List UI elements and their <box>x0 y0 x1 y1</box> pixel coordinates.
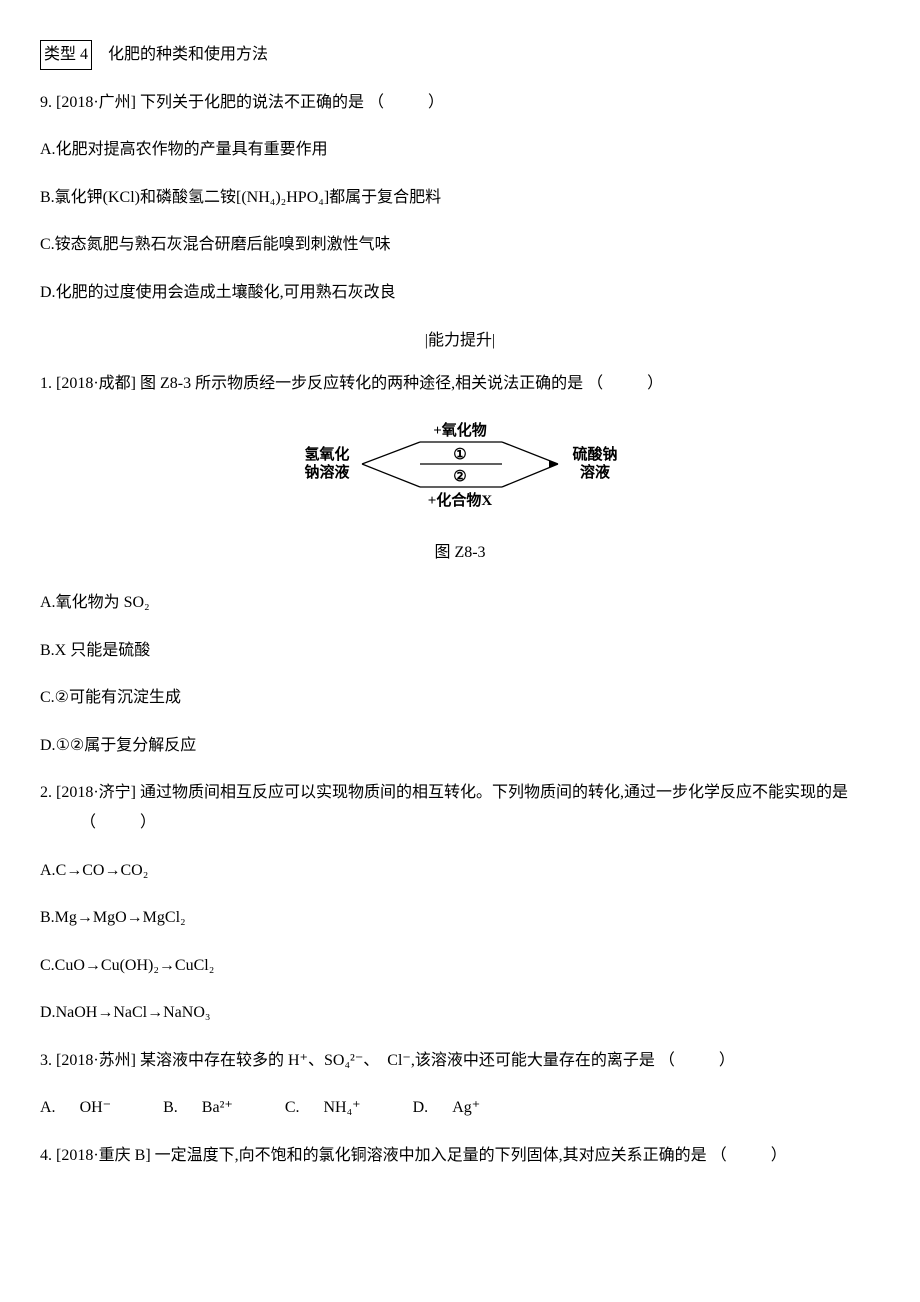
q9-source: [2018·广州] <box>56 94 136 111</box>
q3-option-d: D.Ag⁺ <box>413 1099 505 1116</box>
q9-optB-text: 氯化钾(KCl)和磷酸氢二铵[(NH₄)₂HPO₄]都属于复合肥料 <box>55 189 442 206</box>
q2-optB-text: Mg→MgO→MgCl₂ <box>55 909 186 926</box>
q2-optB-prefix: B. <box>40 909 55 926</box>
q2-optD-prefix: D. <box>40 1004 56 1021</box>
category-box: 类型 4 <box>40 40 92 70</box>
q2-stem: 通过物质间相互反应可以实现物质间的相互转化。下列物质间的转化,通过一步化学反应不… <box>140 784 848 801</box>
diagram-left1: 氢氧化 <box>304 445 349 463</box>
question-9: 9. [2018·广州] 下列关于化肥的说法不正确的是 （ ） <box>40 90 880 116</box>
diagram-right1: 硫酸钠 <box>572 445 617 463</box>
diagram-top: +氧化物 <box>433 421 487 439</box>
q3-stem: 某溶液中存在较多的 H⁺、SO₄²⁻、 Cl⁻,该溶液中还可能大量存在的离子是 <box>140 1052 655 1069</box>
q1-option-b: B.X 只能是硫酸 <box>40 638 880 664</box>
q9-stem: 下列关于化肥的说法不正确的是 <box>140 94 364 111</box>
q9-optA-prefix: A. <box>40 141 56 158</box>
q1-stem: 图 Z8-3 所示物质经一步反应转化的两种途径,相关说法正确的是 <box>140 375 583 392</box>
q3-option-a: A.OH⁻ <box>40 1099 135 1116</box>
q2-paren: （ ） <box>80 814 160 831</box>
q9-prefix: 9. <box>40 94 52 111</box>
q9-option-b: B.氯化钾(KCl)和磷酸氢二铵[(NH₄)₂HPO₄]都属于复合肥料 <box>40 185 880 211</box>
section-break: |能力提升| <box>40 328 880 354</box>
q9-optD-prefix: D. <box>40 284 56 301</box>
q9-option-d: D.化肥的过度使用会造成土壤酸化,可用熟石灰改良 <box>40 280 880 306</box>
question-1: 1. [2018·成都] 图 Z8-3 所示物质经一步反应转化的两种途径,相关说… <box>40 371 880 397</box>
q3-prefix: 3. <box>40 1052 52 1069</box>
diagram-left2: 钠溶液 <box>304 463 350 481</box>
q9-optA-text: 化肥对提高农作物的产量具有重要作用 <box>56 141 328 158</box>
q1-option-d: D.①②属于复分解反应 <box>40 733 880 759</box>
q2-option-a: A.C→CO→CO₂ <box>40 858 880 884</box>
q9-option-c: C.铵态氮肥与熟石灰混合研磨后能嗅到刺激性气味 <box>40 232 880 258</box>
q3-options: A.OH⁻ B.Ba²⁺ C.NH₄⁺ D.Ag⁺ <box>40 1095 880 1121</box>
q9-optC-prefix: C. <box>40 236 55 253</box>
question-2: 2. [2018·济宁] 通过物质间相互反应可以实现物质间的相互转化。下列物质间… <box>40 780 880 835</box>
q1-optB-prefix: B. <box>40 642 55 659</box>
question-3: 3. [2018·苏州] 某溶液中存在较多的 H⁺、SO₄²⁻、 Cl⁻,该溶液… <box>40 1048 880 1074</box>
q3-option-c: C.NH₄⁺ <box>285 1099 385 1116</box>
q1-optD-prefix: D. <box>40 737 56 754</box>
category-header: 类型 4 化肥的种类和使用方法 <box>40 40 880 70</box>
q3-paren: （ ） <box>659 1052 739 1069</box>
q2-prefix: 2. <box>40 784 52 801</box>
question-4: 4. [2018·重庆 B] 一定温度下,向不饱和的氯化铜溶液中加入足量的下列固… <box>40 1143 880 1169</box>
q9-optD-text: 化肥的过度使用会造成土壤酸化,可用熟石灰改良 <box>56 284 396 301</box>
q2-optA-text: C→CO→CO₂ <box>56 862 149 879</box>
q1-option-a: A.氧化物为 SO₂ <box>40 590 880 616</box>
q2-optD-text: NaOH→NaCl→NaNO₃ <box>56 1004 211 1021</box>
q2-optC-text: CuO→Cu(OH)₂→CuCl₂ <box>55 957 215 974</box>
q1-optD-text: ①②属于复分解反应 <box>56 737 197 754</box>
q1-optA-prefix: A. <box>40 594 56 611</box>
q1-optC-text: ②可能有沉淀生成 <box>55 689 181 706</box>
diagram-mid1: ① <box>453 447 466 463</box>
diagram-mid2: ② <box>453 469 466 485</box>
q2-option-d: D.NaOH→NaCl→NaNO₃ <box>40 1000 880 1026</box>
reaction-diagram-icon: 氢氧化 钠溶液 +氧化物 ① ② +化合物X 硫酸钠 溶液 <box>290 419 630 514</box>
q1-paren: （ ） <box>587 375 667 392</box>
q2-optC-prefix: C. <box>40 957 55 974</box>
figure-caption: 图 Z8-3 <box>40 540 880 566</box>
q3-source: [2018·苏州] <box>56 1052 136 1069</box>
q9-option-a: A.化肥对提高农作物的产量具有重要作用 <box>40 137 880 163</box>
q2-option-c: C.CuO→Cu(OH)₂→CuCl₂ <box>40 953 880 979</box>
q1-optB-text: X 只能是硫酸 <box>55 642 151 659</box>
category-title: 化肥的种类和使用方法 <box>108 46 268 63</box>
diagram-right2: 溶液 <box>580 463 611 481</box>
diagram-z8-3: 氢氧化 钠溶液 +氧化物 ① ② +化合物X 硫酸钠 溶液 <box>40 419 880 523</box>
q3-option-b: B.Ba²⁺ <box>163 1099 257 1116</box>
q2-optA-prefix: A. <box>40 862 56 879</box>
q4-source: [2018·重庆 B] <box>56 1147 151 1164</box>
q2-source: [2018·济宁] <box>56 784 136 801</box>
diagram-bottom: +化合物X <box>428 491 493 509</box>
q2-option-b: B.Mg→MgO→MgCl₂ <box>40 905 880 931</box>
q1-source: [2018·成都] <box>56 375 136 392</box>
q1-prefix: 1. <box>40 375 52 392</box>
q9-optB-prefix: B. <box>40 189 55 206</box>
q1-option-c: C.②可能有沉淀生成 <box>40 685 880 711</box>
q1-optC-prefix: C. <box>40 689 55 706</box>
q9-optC-text: 铵态氮肥与熟石灰混合研磨后能嗅到刺激性气味 <box>55 236 391 253</box>
q4-prefix: 4. <box>40 1147 52 1164</box>
q1-optA-text: 氧化物为 SO₂ <box>56 594 150 611</box>
q9-paren: （ ） <box>368 94 448 111</box>
q4-stem: 一定温度下,向不饱和的氯化铜溶液中加入足量的下列固体,其对应关系正确的是 <box>155 1147 707 1164</box>
q4-paren: （ ） <box>711 1147 791 1164</box>
